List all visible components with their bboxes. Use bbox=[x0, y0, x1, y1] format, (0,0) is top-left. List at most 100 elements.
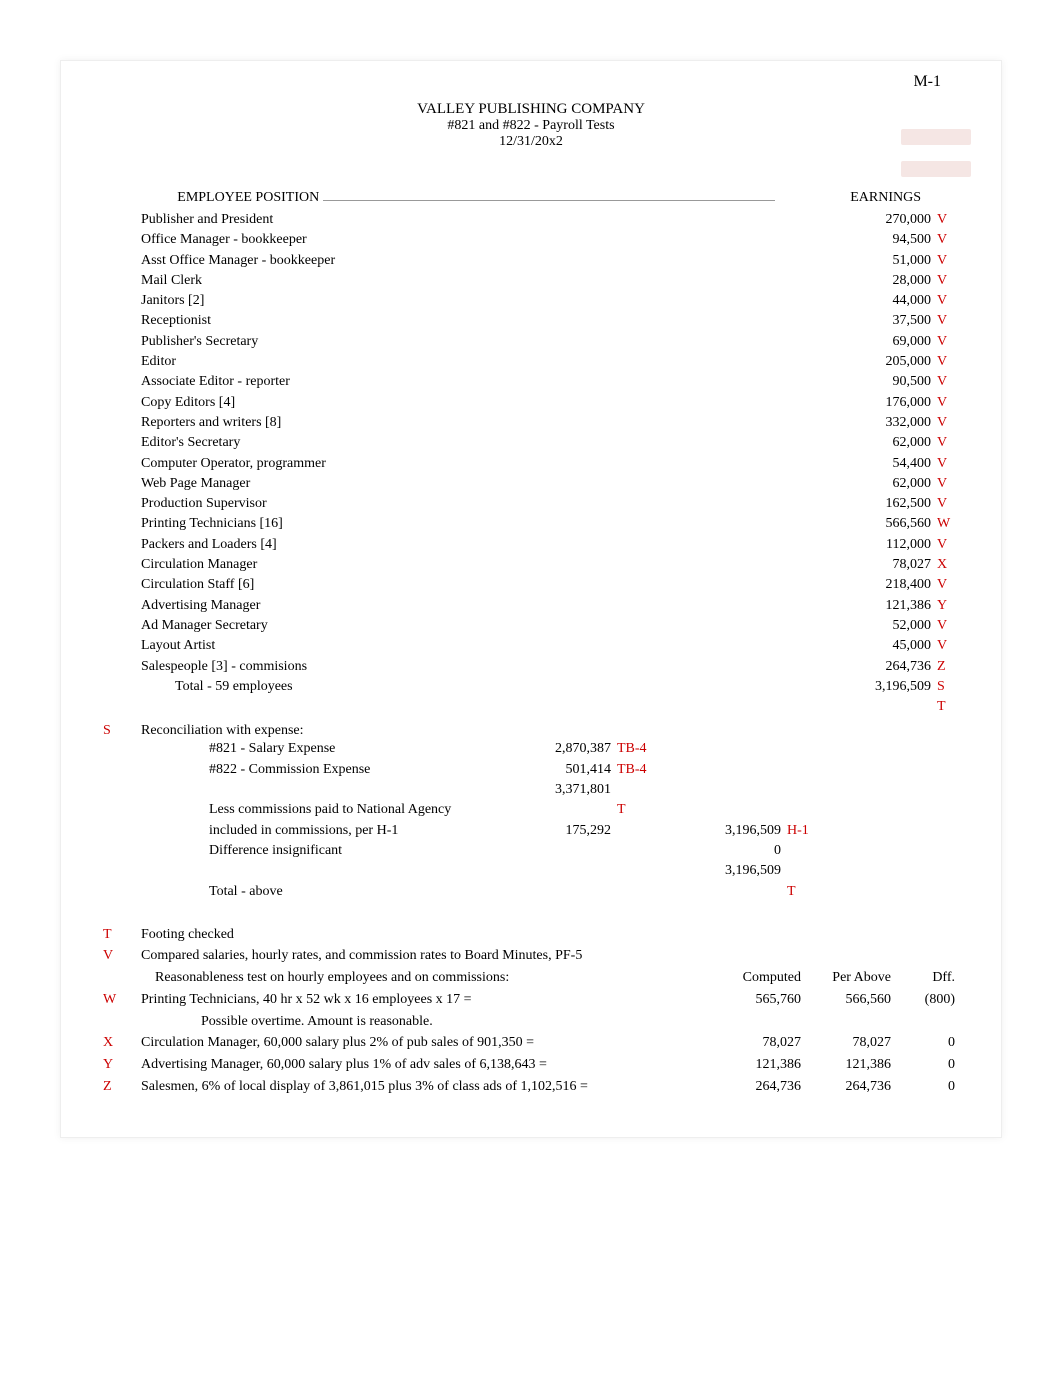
employee-row: Publisher's Secretary69,000V bbox=[141, 332, 961, 352]
employee-tickmark: W bbox=[931, 514, 961, 534]
main-content: EMPLOYEE POSITION EARNINGS Publisher and… bbox=[141, 190, 961, 1097]
recon-ref-2 bbox=[781, 841, 831, 861]
employee-position: Receptionist bbox=[141, 311, 811, 331]
employee-tickmark: V bbox=[931, 454, 961, 474]
employee-earnings: 45,000 bbox=[811, 636, 931, 656]
employee-earnings: 121,386 bbox=[811, 596, 931, 616]
note-diff: 0 bbox=[891, 1076, 961, 1098]
recon-value-2: 3,196,509 bbox=[671, 821, 781, 841]
redacted-box-1 bbox=[901, 129, 971, 145]
employee-tickmark: V bbox=[931, 616, 961, 636]
employee-earnings: 54,400 bbox=[811, 454, 931, 474]
recon-value bbox=[501, 841, 611, 861]
employee-row: Editor205,000V bbox=[141, 352, 961, 372]
employee-position: Ad Manager Secretary bbox=[141, 616, 811, 636]
recon-value-2 bbox=[671, 800, 781, 820]
note-text: Advertising Manager, 60,000 salary plus … bbox=[141, 1054, 711, 1076]
note-tickmark: Y bbox=[103, 1054, 141, 1076]
employee-earnings: 69,000 bbox=[811, 332, 931, 352]
employee-earnings: 566,560 bbox=[811, 514, 931, 534]
employee-tickmark: V bbox=[931, 636, 961, 656]
recon-value: 2,870,387 bbox=[501, 739, 611, 759]
employee-tickmark: V bbox=[931, 332, 961, 352]
employee-row: Circulation Staff [6]218,400V bbox=[141, 575, 961, 595]
header-diff: Dff. bbox=[891, 967, 961, 989]
note-per-above bbox=[801, 945, 891, 967]
employee-list: Publisher and President270,000VOffice Ma… bbox=[141, 210, 961, 677]
company-name: VALLEY PUBLISHING COMPANY bbox=[91, 101, 971, 118]
note-per-above: 78,027 bbox=[801, 1032, 891, 1054]
reconciliation-title: Reconciliation with expense: bbox=[141, 723, 961, 739]
employee-position: Office Manager - bookkeeper bbox=[141, 230, 811, 250]
employee-tickmark: V bbox=[931, 433, 961, 453]
note-per-above: 264,736 bbox=[801, 1076, 891, 1098]
recon-ref: T bbox=[611, 800, 671, 820]
employee-tickmark: Z bbox=[931, 657, 961, 677]
note-text: Compared salaries, hourly rates, and com… bbox=[141, 945, 711, 967]
workpaper-index: M-1 bbox=[913, 73, 941, 91]
employee-position: Janitors [2] bbox=[141, 291, 811, 311]
recon-ref: TB-4 bbox=[611, 760, 671, 780]
employee-row: Asst Office Manager - bookkeeper51,000V bbox=[141, 251, 961, 271]
tickmark-legend: TFooting checkedVCompared salaries, hour… bbox=[141, 924, 961, 1098]
employee-earnings: 37,500 bbox=[811, 311, 931, 331]
header-computed: Computed bbox=[711, 967, 801, 989]
note-tickmark: X bbox=[103, 1032, 141, 1054]
redacted-box-2 bbox=[901, 161, 971, 177]
employee-row: Packers and Loaders [4]112,000V bbox=[141, 535, 961, 555]
recon-value-2 bbox=[671, 882, 781, 902]
recon-value bbox=[501, 800, 611, 820]
note-computed bbox=[711, 945, 801, 967]
note-row: YAdvertising Manager, 60,000 salary plus… bbox=[141, 1054, 961, 1076]
employee-row: Salespeople [3] - commisions264,736Z bbox=[141, 657, 961, 677]
reconciliation-row: 3,196,509 bbox=[141, 861, 961, 881]
recon-ref-2 bbox=[781, 800, 831, 820]
note-tickmark: V bbox=[103, 945, 141, 967]
employee-earnings: 44,000 bbox=[811, 291, 931, 311]
note-computed: 121,386 bbox=[711, 1054, 801, 1076]
employee-row: Ad Manager Secretary52,000V bbox=[141, 616, 961, 636]
total-label: Total - 59 employees bbox=[141, 677, 811, 697]
employee-tickmark: V bbox=[931, 494, 961, 514]
employee-tickmark: V bbox=[931, 352, 961, 372]
employee-earnings: 78,027 bbox=[811, 555, 931, 575]
document-date: 12/31/20x2 bbox=[91, 134, 971, 150]
note-row: WPrinting Technicians, 40 hr x 52 wk x 1… bbox=[141, 989, 961, 1011]
employee-row: Web Page Manager62,000V bbox=[141, 474, 961, 494]
reconciliation-row: included in commissions, per H-1175,2923… bbox=[141, 821, 961, 841]
employee-row: Publisher and President270,000V bbox=[141, 210, 961, 230]
recon-value-2 bbox=[671, 739, 781, 759]
employee-tickmark: V bbox=[931, 535, 961, 555]
recon-ref bbox=[611, 841, 671, 861]
note-diff: 0 bbox=[891, 1054, 961, 1076]
recon-ref bbox=[611, 882, 671, 902]
employee-row: Layout Artist45,000V bbox=[141, 636, 961, 656]
reconciliation-row: #822 - Commission Expense501,414TB-4 bbox=[141, 760, 961, 780]
reconciliation-row: 3,371,801 bbox=[141, 780, 961, 800]
employee-row: Associate Editor - reporter90,500V bbox=[141, 372, 961, 392]
note-text: Printing Technicians, 40 hr x 52 wk x 16… bbox=[141, 989, 711, 1011]
note-diff: (800) bbox=[891, 989, 961, 1011]
note-diff bbox=[891, 924, 961, 946]
recon-value bbox=[501, 882, 611, 902]
employee-row: Circulation Manager78,027X bbox=[141, 555, 961, 575]
note-computed bbox=[711, 924, 801, 946]
employee-position: Asst Office Manager - bookkeeper bbox=[141, 251, 811, 271]
header-position: EMPLOYEE POSITION bbox=[141, 190, 811, 206]
note-diff: 0 bbox=[891, 1032, 961, 1054]
section-tickmark: S bbox=[103, 723, 133, 739]
workpaper-sheet: M-1 VALLEY PUBLISHING COMPANY #821 and #… bbox=[60, 60, 1002, 1138]
note-row: TFooting checked bbox=[141, 924, 961, 946]
recon-ref-2 bbox=[781, 760, 831, 780]
recon-value bbox=[501, 861, 611, 881]
employee-earnings: 51,000 bbox=[811, 251, 931, 271]
employee-earnings: 52,000 bbox=[811, 616, 931, 636]
recon-label: #822 - Commission Expense bbox=[141, 760, 501, 780]
employee-earnings: 90,500 bbox=[811, 372, 931, 392]
employee-row: Copy Editors [4]176,000V bbox=[141, 393, 961, 413]
recon-ref-2: H-1 bbox=[781, 821, 831, 841]
recon-ref-2 bbox=[781, 739, 831, 759]
employee-earnings: 28,000 bbox=[811, 271, 931, 291]
note-diff bbox=[891, 945, 961, 967]
note-tickmark: W bbox=[103, 989, 141, 1011]
